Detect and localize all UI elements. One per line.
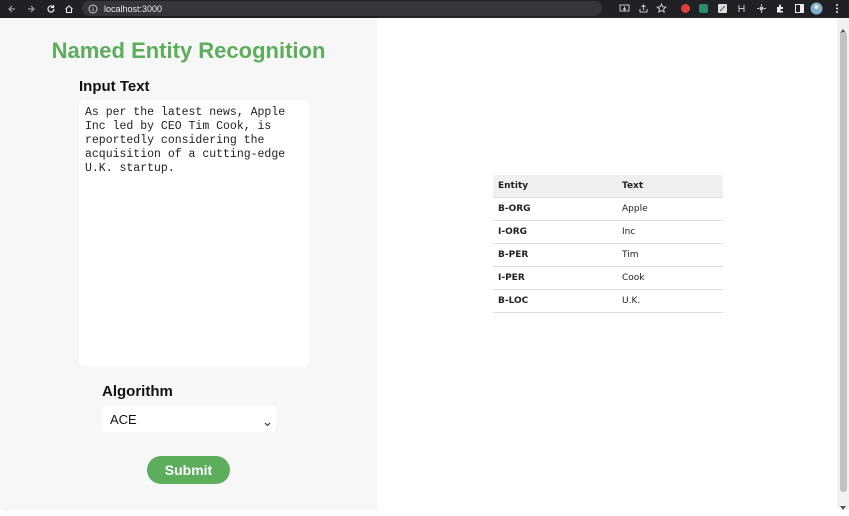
extension-icon[interactable] (716, 2, 729, 15)
table-row: I-ORG Inc (493, 220, 723, 244)
sidebar-icon[interactable] (793, 2, 806, 15)
table-row: B-LOC U.K. (493, 289, 723, 313)
bookmark-star-icon[interactable] (655, 2, 668, 15)
entity-text: Tim (617, 243, 723, 267)
url-text: localhost:3000 (104, 3, 163, 14)
page-title: Named Entity Recognition (51, 38, 326, 63)
table-row: I-PER Cook (493, 266, 723, 290)
results-panel: Entity Text B-ORG Apple I-ORG Inc B-PER … (377, 18, 837, 508)
extension-icon[interactable] (697, 2, 710, 15)
browser-toolbar: localhost:3000 (0, 0, 849, 18)
home-icon[interactable] (62, 1, 76, 17)
menu-dots-icon[interactable] (830, 2, 843, 15)
entity-tag: I-PER (493, 266, 617, 290)
submit-button[interactable]: Submit (147, 456, 230, 484)
entities-table: Entity Text B-ORG Apple I-ORG Inc B-PER … (493, 175, 723, 313)
address-bar[interactable]: localhost:3000 (82, 1, 602, 16)
app-root: Named Entity Recognition Input Text As p… (0, 18, 849, 510)
info-icon[interactable] (88, 4, 98, 14)
page-scrollbar[interactable] (837, 18, 849, 510)
entity-tag: I-ORG (493, 220, 617, 244)
extension-icon[interactable] (679, 2, 692, 15)
entity-text: U.K. (617, 289, 723, 313)
extension-icon[interactable] (755, 2, 768, 15)
input-text-label: Input Text (79, 78, 150, 95)
algorithm-label: Algorithm (102, 383, 173, 400)
input-panel: Named Entity Recognition Input Text As p… (0, 18, 377, 508)
forward-icon[interactable] (24, 1, 38, 17)
scroll-down-icon[interactable] (840, 498, 846, 510)
column-header-entity: Entity (493, 175, 617, 198)
algorithm-select[interactable]: ACE (102, 406, 276, 432)
column-header-text: Text (617, 175, 723, 198)
reload-icon[interactable] (44, 1, 58, 17)
scroll-up-icon[interactable] (840, 21, 846, 33)
entity-tag: B-PER (493, 243, 617, 267)
table-row: B-PER Tim (493, 243, 723, 267)
entity-tag: B-ORG (493, 197, 617, 221)
algorithm-selected-value: ACE (110, 411, 137, 427)
input-textarea[interactable]: As per the latest news, Apple Inc led by… (79, 100, 310, 366)
table-row: B-ORG Apple (493, 197, 723, 221)
entity-tag: B-LOC (493, 289, 617, 313)
table-header-row: Entity Text (493, 175, 723, 198)
entity-text: Apple (617, 197, 723, 221)
chevron-down-icon (264, 415, 271, 430)
entity-text: Inc (617, 220, 723, 244)
puzzle-icon[interactable] (774, 2, 787, 15)
profile-avatar[interactable] (810, 2, 823, 15)
entity-text: Cook (617, 266, 723, 290)
scrollbar-thumb[interactable] (840, 32, 847, 492)
install-icon[interactable] (618, 2, 631, 15)
back-icon[interactable] (5, 1, 19, 17)
share-icon[interactable] (637, 2, 650, 15)
extension-icon[interactable] (735, 2, 748, 15)
